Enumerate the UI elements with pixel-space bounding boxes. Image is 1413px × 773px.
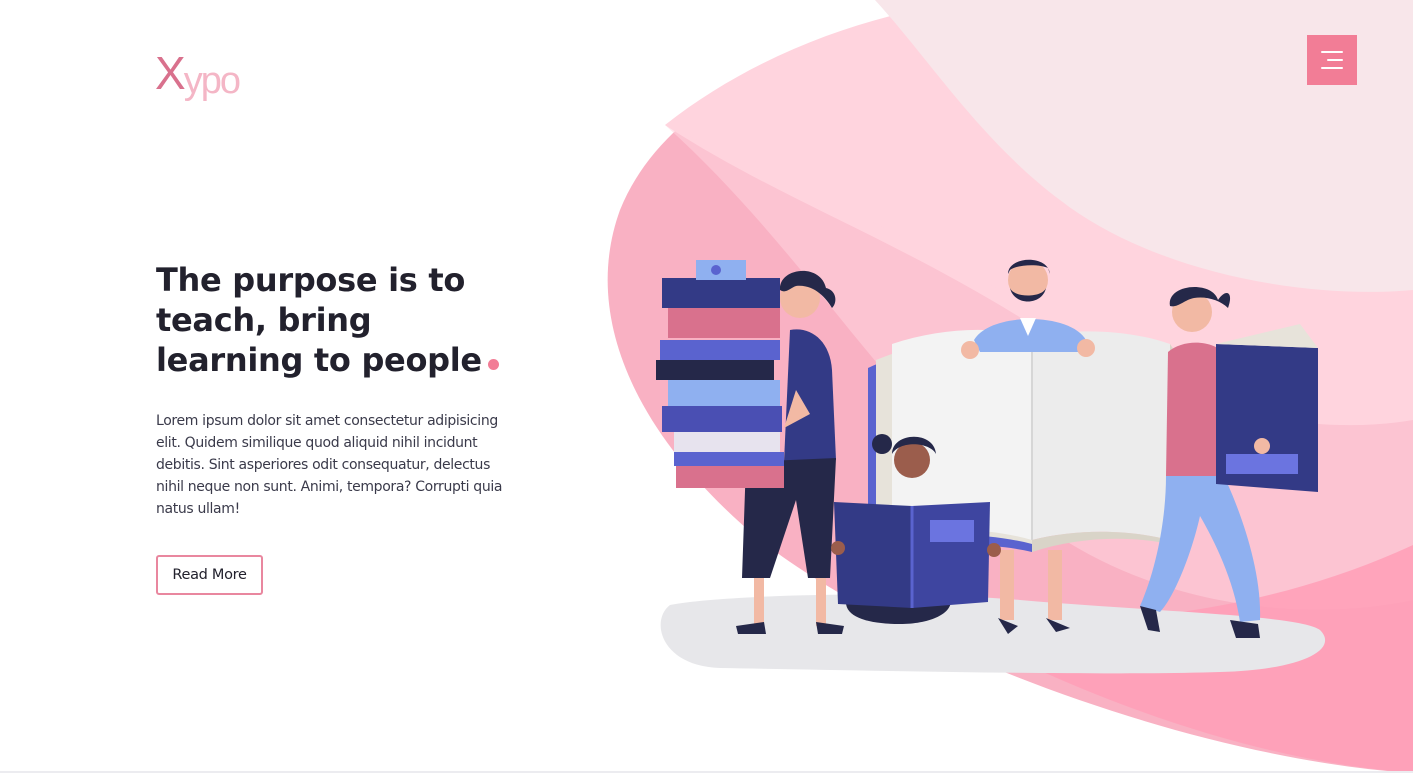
read-more-button[interactable]: Read More xyxy=(156,555,263,595)
logo-letter-x: X xyxy=(155,47,186,99)
logo-wordmark: ypo xyxy=(183,60,241,102)
title-accent-dot xyxy=(487,359,499,370)
landing-page: Xypo The purpose is to teach, bring lear… xyxy=(0,0,1413,773)
reading-people-illustration xyxy=(656,259,1326,674)
man-with-book-stack xyxy=(656,260,844,634)
hero-description: Lorem ipsum dolor sit amet consectetur a… xyxy=(156,413,503,517)
menu-button[interactable] xyxy=(1307,35,1357,85)
hero-title-text: The purpose is to teach, bring learning … xyxy=(156,261,482,379)
woman-with-book xyxy=(1140,287,1318,638)
hero-heading: The purpose is to teach, bring learning … xyxy=(156,260,516,380)
brand-logo[interactable]: Xypo xyxy=(155,47,241,108)
